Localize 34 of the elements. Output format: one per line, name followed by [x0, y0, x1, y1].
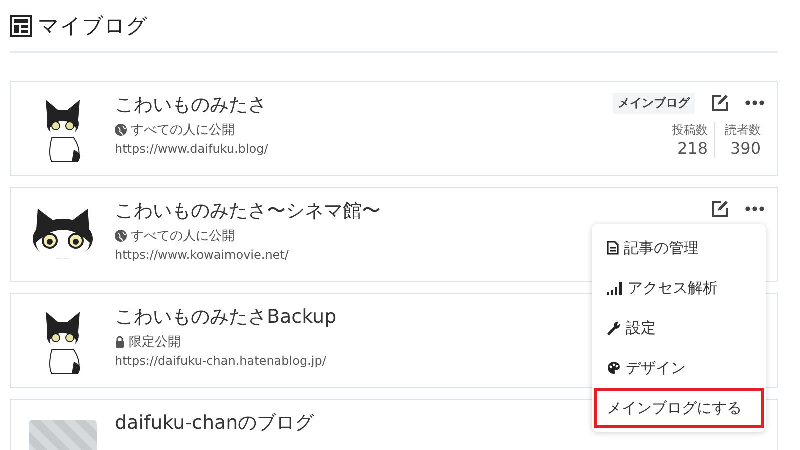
stat-label: 読者数	[725, 122, 761, 139]
lock-icon	[115, 336, 125, 348]
wrench-icon	[607, 321, 621, 335]
signal-bars-icon	[607, 281, 623, 295]
menu-item[interactable]: デザイン	[594, 348, 764, 388]
palette-icon	[607, 361, 621, 375]
menu-item[interactable]: 記事の管理	[594, 228, 764, 268]
menu-item[interactable]: アクセス解析	[594, 268, 764, 308]
blog-title[interactable]: こわいものみたさ〜シネマ館〜	[115, 198, 711, 224]
blog-title[interactable]: こわいものみたさ	[115, 92, 613, 118]
layout-icon	[10, 14, 32, 36]
menu-item-label: 記事の管理	[624, 238, 699, 258]
more-icon[interactable]	[745, 100, 765, 106]
stat-value: 218	[677, 139, 708, 158]
stat-value: 390	[730, 139, 761, 158]
privacy-label: すべての人に公開	[131, 122, 235, 139]
menu-item[interactable]: メインブログにする	[594, 388, 764, 428]
menu-item-label: メインブログにする	[607, 398, 742, 418]
document-icon	[607, 241, 619, 255]
menu-item[interactable]: 設定	[594, 308, 764, 348]
privacy-label: 限定公開	[129, 334, 181, 351]
menu-item-label: 設定	[626, 318, 656, 338]
menu-item-label: デザイン	[626, 358, 686, 378]
page-title: マイブログ	[38, 12, 148, 40]
main-blog-badge: メインブログ	[613, 92, 695, 114]
menu-item-label: アクセス解析	[628, 278, 718, 298]
stat-label: 投稿数	[672, 122, 708, 139]
edit-icon[interactable]	[711, 94, 729, 112]
edit-icon[interactable]	[711, 200, 729, 218]
privacy-label: すべての人に公開	[131, 228, 235, 245]
more-icon[interactable]	[745, 206, 765, 212]
globe-icon	[115, 230, 127, 242]
blog-url[interactable]: https://www.daifuku.blog/	[115, 142, 613, 156]
globe-icon	[115, 124, 127, 136]
